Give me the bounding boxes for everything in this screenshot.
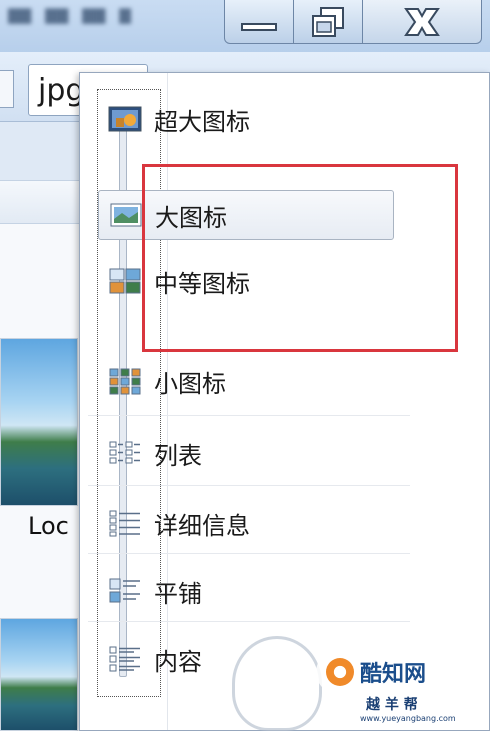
window-titlebar: ▇▇ ▇▇ ▇▇ ▇ bbox=[0, 0, 490, 52]
column-header bbox=[0, 180, 90, 224]
menu-item-label: 平铺 bbox=[154, 579, 202, 608]
menu-item-small-icons[interactable]: 小图标 bbox=[98, 356, 394, 406]
watermark-brand: 酷知网 bbox=[360, 662, 427, 687]
details-icon bbox=[109, 510, 140, 537]
minimize-icon bbox=[241, 22, 277, 31]
file-name-label: Loc bbox=[28, 512, 69, 540]
list-icon bbox=[109, 441, 140, 464]
watermark-url: www.yueyangbang.com bbox=[360, 714, 456, 723]
annotation-highlight-box bbox=[142, 164, 458, 352]
large-icons-icon bbox=[110, 203, 142, 227]
tiles-icon bbox=[109, 578, 140, 603]
menu-blur-2: ▇▇ bbox=[45, 6, 69, 24]
menu-blur-4: ▇ bbox=[119, 6, 131, 24]
watermark-ring bbox=[232, 636, 322, 731]
close-icon bbox=[404, 7, 440, 36]
watermark-badge: 酷知网 bbox=[316, 650, 466, 694]
blurred-menu-bar: ▇▇ ▇▇ ▇▇ ▇ bbox=[0, 6, 220, 28]
menu-item-extra-large-icons[interactable]: 超大图标 bbox=[98, 94, 394, 144]
restore-icon bbox=[312, 6, 344, 37]
menu-item-label: 小图标 bbox=[154, 369, 226, 398]
menu-item-tiles[interactable]: 平铺 bbox=[88, 553, 410, 616]
close-button[interactable] bbox=[362, 0, 482, 44]
maximize-button[interactable] bbox=[293, 0, 363, 44]
menu-blur-1: ▇▇ bbox=[8, 6, 32, 24]
menu-item-list[interactable]: 列表 bbox=[88, 415, 410, 478]
menu-item-details[interactable]: 详细信息 bbox=[88, 485, 410, 548]
minimize-button[interactable] bbox=[224, 0, 294, 44]
watermark-subtitle: 越 羊 帮 bbox=[366, 697, 418, 713]
menu-item-label: 详细信息 bbox=[154, 511, 250, 540]
image-thumbnail[interactable] bbox=[0, 618, 78, 731]
back-button[interactable] bbox=[0, 70, 14, 108]
image-thumbnail[interactable] bbox=[0, 338, 78, 506]
menu-item-label: 列表 bbox=[154, 441, 202, 470]
menu-item-label: 内容 bbox=[154, 647, 202, 676]
menu-blur-3: ▇▇ bbox=[82, 6, 106, 24]
watermark-logo-icon bbox=[326, 658, 354, 686]
small-icons-icon bbox=[109, 368, 141, 395]
menu-item-label: 超大图标 bbox=[154, 107, 250, 136]
content-icon bbox=[109, 646, 140, 672]
medium-icons-icon bbox=[109, 268, 141, 294]
extra-large-icons-icon bbox=[108, 106, 142, 132]
